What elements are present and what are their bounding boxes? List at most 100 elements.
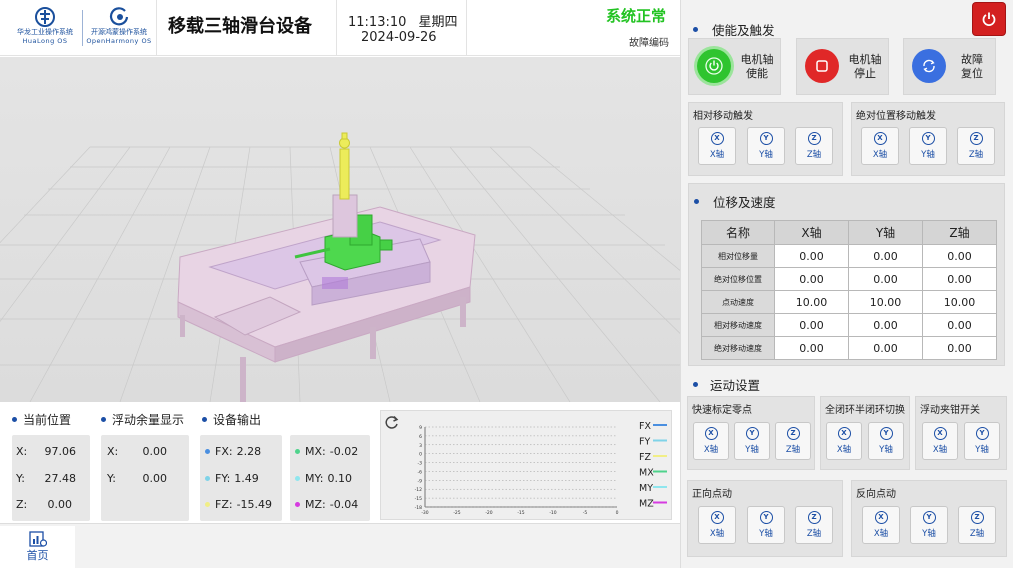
col-header-x: X轴 — [774, 220, 849, 245]
hualong-logo: 华龙工业操作系统 HuaLong OS — [10, 6, 80, 50]
fx-color-dot — [205, 449, 210, 454]
chart-y-tick-label: -15 — [415, 496, 422, 502]
legend-label-fy: FY — [639, 437, 650, 448]
jog-forward-z-button[interactable]: Z Z轴 — [795, 506, 833, 544]
absolute-move-y-button[interactable]: Y Y轴 — [909, 127, 947, 165]
cell-x[interactable]: 0.00 — [774, 267, 849, 291]
cell-x[interactable]: 10.00 — [774, 290, 849, 314]
force-label-fx: FX: — [215, 445, 233, 458]
z-axis-icon: Z — [970, 511, 984, 524]
chart-y-tick-label: 3 — [419, 443, 422, 449]
jog-forward-x-button[interactable]: X X轴 — [698, 506, 736, 544]
cell-y[interactable]: 10.00 — [848, 290, 923, 314]
status-panels: 当前位置 X: 97.06 Y: 27.48 Z: 0.00 浮动余量显示 X:… — [0, 403, 680, 523]
relative-move-y-button[interactable]: Y Y轴 — [747, 127, 785, 165]
jog-reverse-x-button[interactable]: X X轴 — [862, 506, 900, 544]
absolute-move-z-button[interactable]: Z Z轴 — [957, 127, 995, 165]
cell-z[interactable]: 0.00 — [922, 267, 997, 291]
position-value-y: 27.48 — [44, 472, 77, 485]
float-label-y: Y: — [107, 472, 116, 485]
cell-y[interactable]: 0.00 — [848, 244, 923, 268]
fault-reset-button[interactable]: 故障 复位 — [903, 38, 996, 95]
float-display-box: X: 0.00 Y: 0.00 — [101, 435, 189, 521]
chart-legend: FX FY FZ MX MY MZ — [639, 421, 667, 510]
jog-reverse-y-button[interactable]: Y Y轴 — [910, 506, 948, 544]
openharmony-logo-sub: OpenHarmony OS — [86, 37, 152, 45]
quick-zero-y-button[interactable]: Y Y轴 — [734, 422, 770, 460]
moment-value-mx: -0.02 — [329, 445, 359, 458]
loop-switch-x-button[interactable]: X X轴 — [826, 422, 862, 460]
device-output-header: 设备输出 — [202, 411, 261, 428]
home-label: 首页 — [26, 549, 49, 562]
motor-enable-line2: 使能 — [746, 67, 768, 80]
position-label-x: X: — [16, 445, 28, 458]
enable-trigger-header: 使能及触发 — [693, 20, 775, 39]
cell-y[interactable]: 0.00 — [848, 336, 923, 360]
chart-plot-area: 9630-3-6-9-12-15-18-30 -25 -20 -15 -10 -5 0 — [415, 425, 619, 516]
fault-code-label: 故障编码 — [629, 38, 669, 49]
legend-label-mx: MX — [639, 468, 654, 479]
hualong-logo-name: 华龙工业操作系统 — [17, 28, 73, 36]
loop-switch-group: 全闭环半闭环切换 X X轴 Y Y轴 — [820, 396, 910, 470]
axis-label: X轴 — [836, 445, 852, 455]
cell-z[interactable]: 10.00 — [922, 290, 997, 314]
cell-y[interactable]: 0.00 — [848, 267, 923, 291]
table-row: 点动速度 10.00 10.00 10.00 — [701, 290, 997, 314]
jog-forward-y-button[interactable]: Y Y轴 — [747, 506, 785, 544]
motor-stop-label: 电机轴 停止 — [843, 53, 887, 81]
power-button[interactable] — [973, 3, 1005, 35]
displacement-speed-panel: 位移及速度 名称 X轴 Y轴 Z轴 相对位移量 0.00 0.00 0.00 绝… — [688, 183, 1005, 366]
moment-value-my: 0.10 — [327, 472, 352, 485]
quick-zero-z-button[interactable]: Z Z轴 — [775, 422, 811, 460]
clamp-switch-x-button[interactable]: X X轴 — [922, 422, 958, 460]
clamp-switch-y-button[interactable]: Y Y轴 — [964, 422, 1000, 460]
axis-label: Z轴 — [968, 150, 984, 160]
jog-forward-group: 正向点动 X X轴 Y Y轴 Z Z轴 — [687, 480, 843, 557]
row-name: 相对移动速度 — [701, 313, 775, 337]
absolute-move-title: 绝对位置移动触发 — [856, 111, 936, 122]
cell-x[interactable]: 0.00 — [774, 244, 849, 268]
moment-row-my: MY: 0.10 — [295, 472, 352, 485]
fault-reset-label: 故障 复位 — [950, 53, 994, 81]
3d-viewport[interactable] — [0, 57, 680, 402]
device-output-title: 设备输出 — [213, 413, 262, 427]
z-axis-icon: Z — [807, 132, 821, 145]
axis-label: Z轴 — [806, 529, 822, 539]
force-label-fz: FZ: — [215, 498, 233, 511]
refresh-icon[interactable] — [385, 415, 399, 429]
chart-x-tick-label: -20 — [485, 510, 492, 516]
motor-stop-button[interactable]: 电机轴 停止 — [796, 38, 889, 95]
app-root: 华龙工业操作系统 HuaLong OS 开源鸿蒙操作系统 OpenHarmony… — [0, 0, 1013, 568]
relative-move-x-button[interactable]: X X轴 — [698, 127, 736, 165]
z-axis-icon: Z — [969, 132, 983, 145]
fault-reset-line2: 复位 — [961, 67, 983, 80]
cell-z[interactable]: 0.00 — [922, 336, 997, 360]
moment-label-my: MY: — [305, 472, 324, 485]
openharmony-logo: 开源鸿蒙操作系统 OpenHarmony OS — [86, 6, 152, 50]
cell-x[interactable]: 0.00 — [774, 336, 849, 360]
page-title: 移载三轴滑台设备 — [168, 16, 312, 37]
table-row: 绝对移动速度 0.00 0.00 0.00 — [701, 336, 997, 360]
clamp-switch-title: 浮动夹钳开关 — [920, 405, 980, 416]
cell-y[interactable]: 0.00 — [848, 313, 923, 337]
cell-x[interactable]: 0.00 — [774, 313, 849, 337]
cell-z[interactable]: 0.00 — [922, 313, 997, 337]
relative-move-z-button[interactable]: Z Z轴 — [795, 127, 833, 165]
control-panel: 使能及触发 电机轴 使能 电机轴 停止 故障 复位 相对移动触发 X X轴 Y … — [680, 0, 1013, 568]
absolute-move-x-button[interactable]: X X轴 — [861, 127, 899, 165]
force-value-fx: 2.28 — [236, 445, 262, 458]
axis-label: X轴 — [872, 150, 888, 160]
axis-label: Z轴 — [785, 445, 801, 455]
col-header-z: Z轴 — [922, 220, 997, 245]
motor-stop-line2: 停止 — [854, 67, 876, 80]
home-button[interactable]: 首页 — [0, 526, 75, 568]
motor-enable-button[interactable]: 电机轴 使能 — [688, 38, 781, 95]
x-axis-icon: X — [710, 511, 724, 524]
legend-label-my: MY — [639, 483, 653, 494]
jog-reverse-z-button[interactable]: Z Z轴 — [958, 506, 996, 544]
loop-switch-y-button[interactable]: Y Y轴 — [868, 422, 904, 460]
cell-z[interactable]: 0.00 — [922, 244, 997, 268]
quick-zero-x-button[interactable]: X X轴 — [693, 422, 729, 460]
chart-x-tick-label: -25 — [453, 510, 460, 516]
force-row-fy: FY: 1.49 — [205, 472, 259, 485]
